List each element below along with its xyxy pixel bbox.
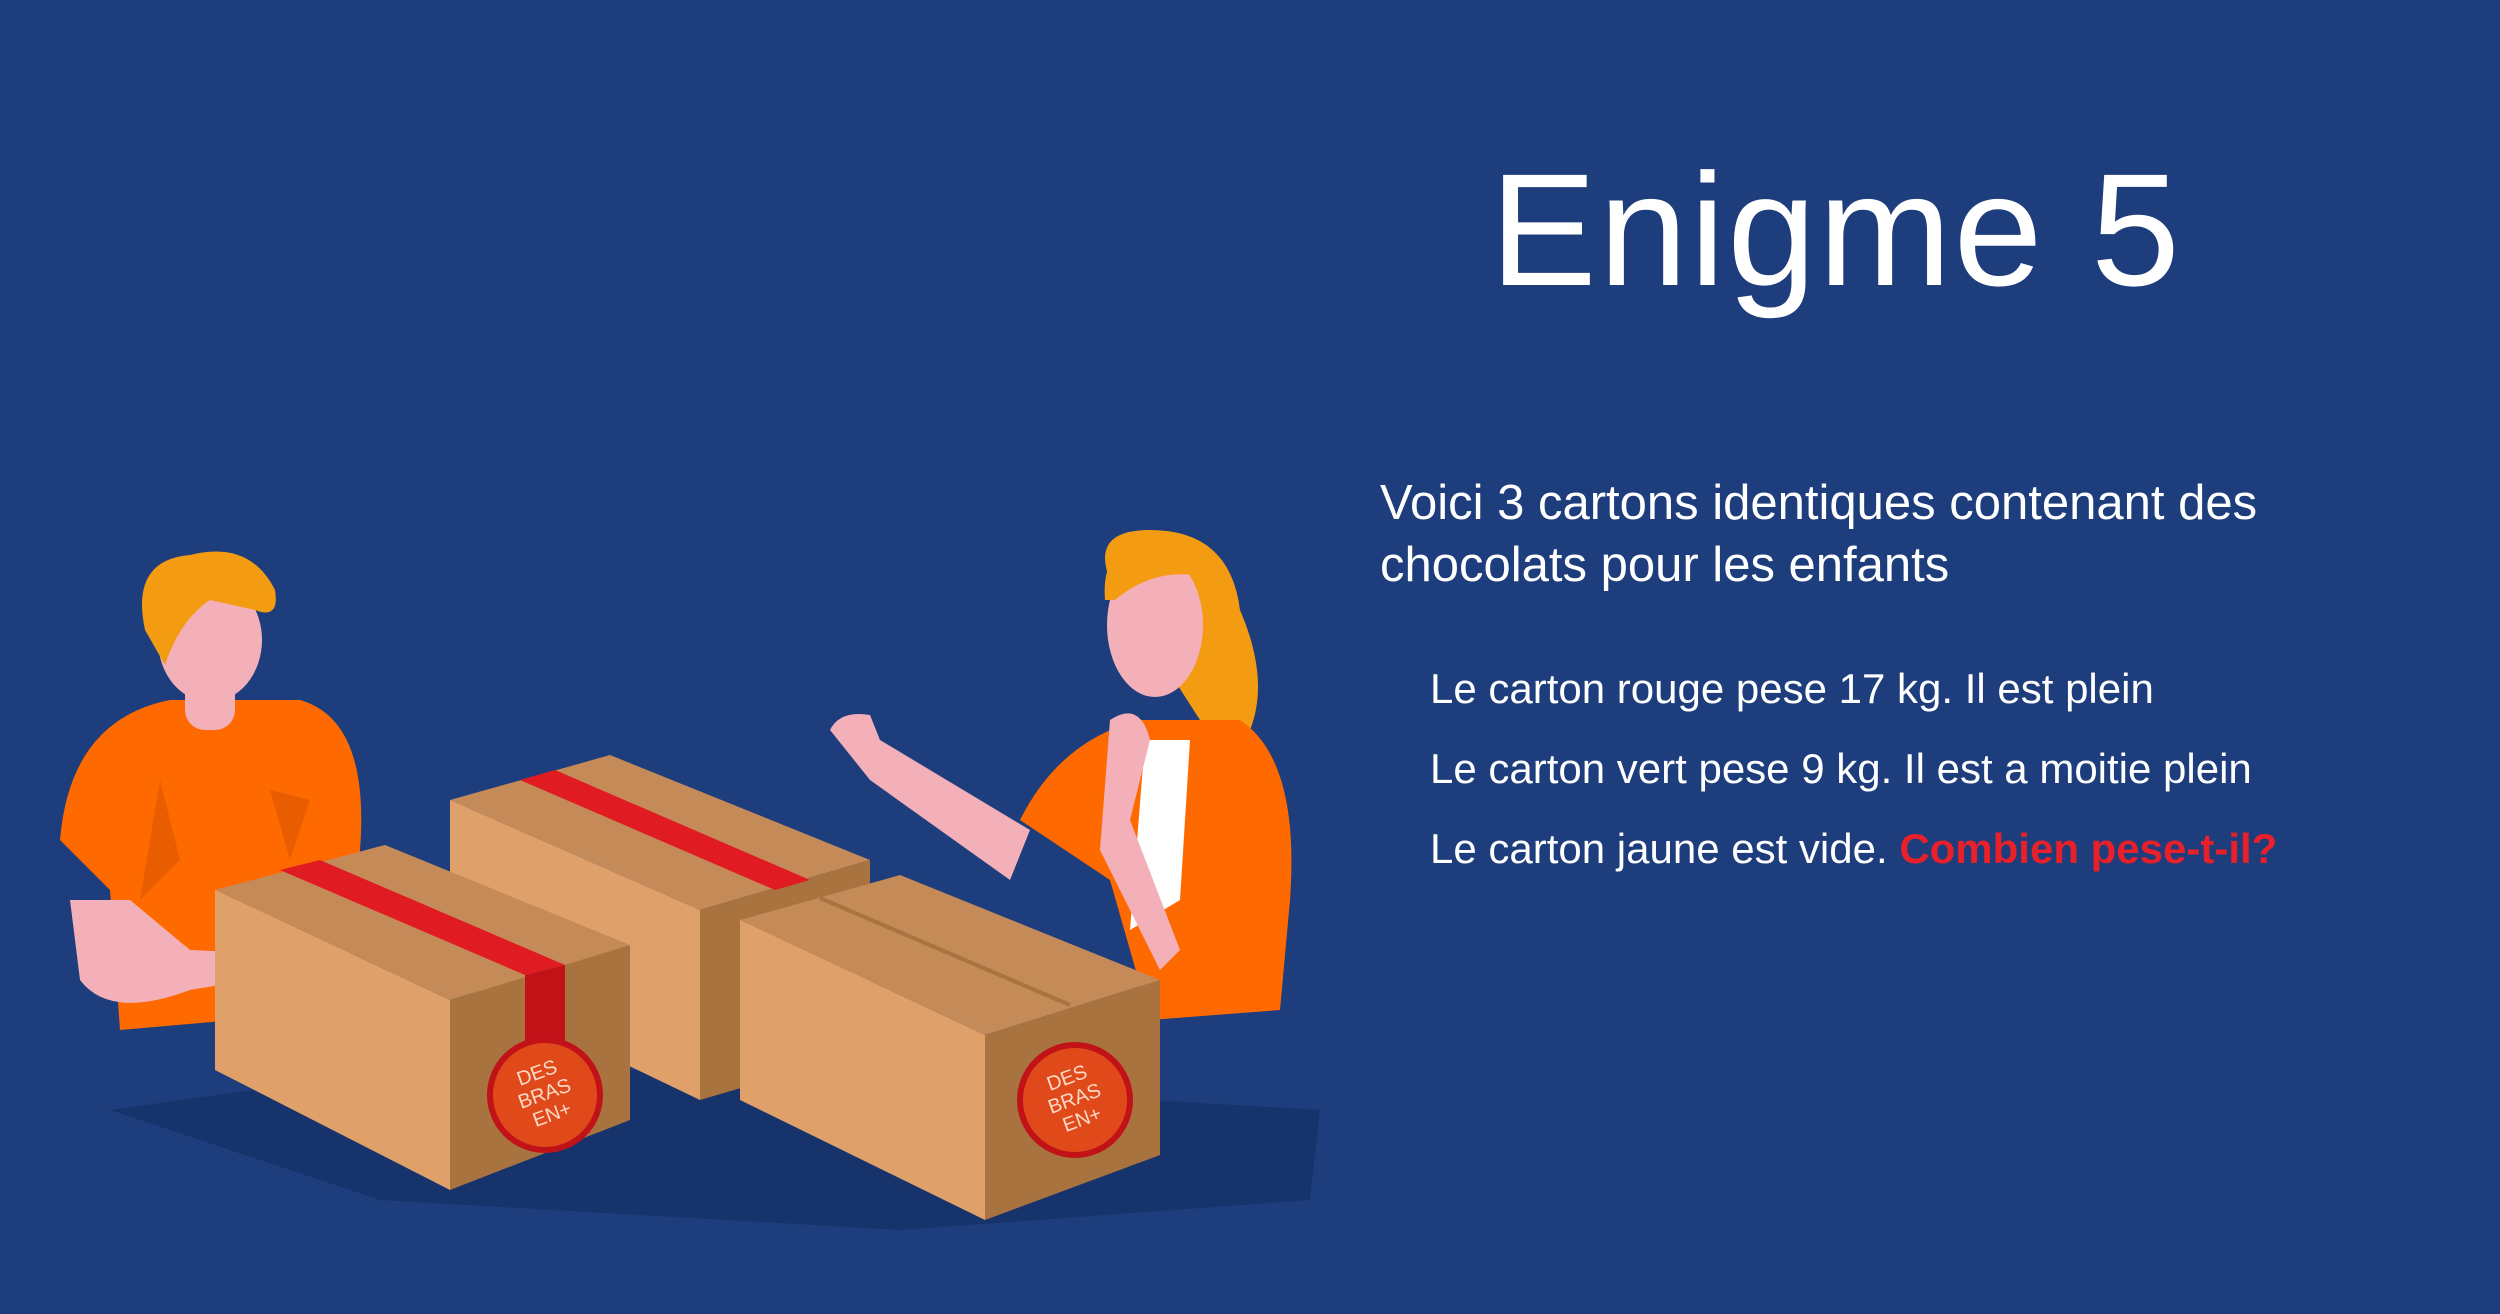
clue-text: Le carton rouge pese 17 kg. Il est plein bbox=[1430, 665, 2154, 712]
clue-text: Le carton jaune est vide. bbox=[1430, 825, 1888, 872]
clue-text: Le carton vert pese 9 kg. Il est a moiti… bbox=[1430, 745, 2252, 792]
clue-red-box: Le carton rouge pese 17 kg. Il est plein bbox=[1430, 668, 2277, 748]
clue-list: Le carton rouge pese 17 kg. Il est plein… bbox=[1430, 668, 2277, 908]
clue-green-box: Le carton vert pese 9 kg. Il est a moiti… bbox=[1430, 748, 2277, 828]
question-text: Combien pese-t-il? bbox=[1899, 825, 2278, 872]
page-title: Enigme 5 bbox=[1490, 140, 2182, 319]
woman-arm-raised bbox=[830, 714, 1030, 880]
intro-text: Voici 3 cartons identiques contenant des… bbox=[1380, 476, 2258, 592]
clue-yellow-box: Le carton jaune est vide. Combien pese-t… bbox=[1430, 828, 2277, 908]
